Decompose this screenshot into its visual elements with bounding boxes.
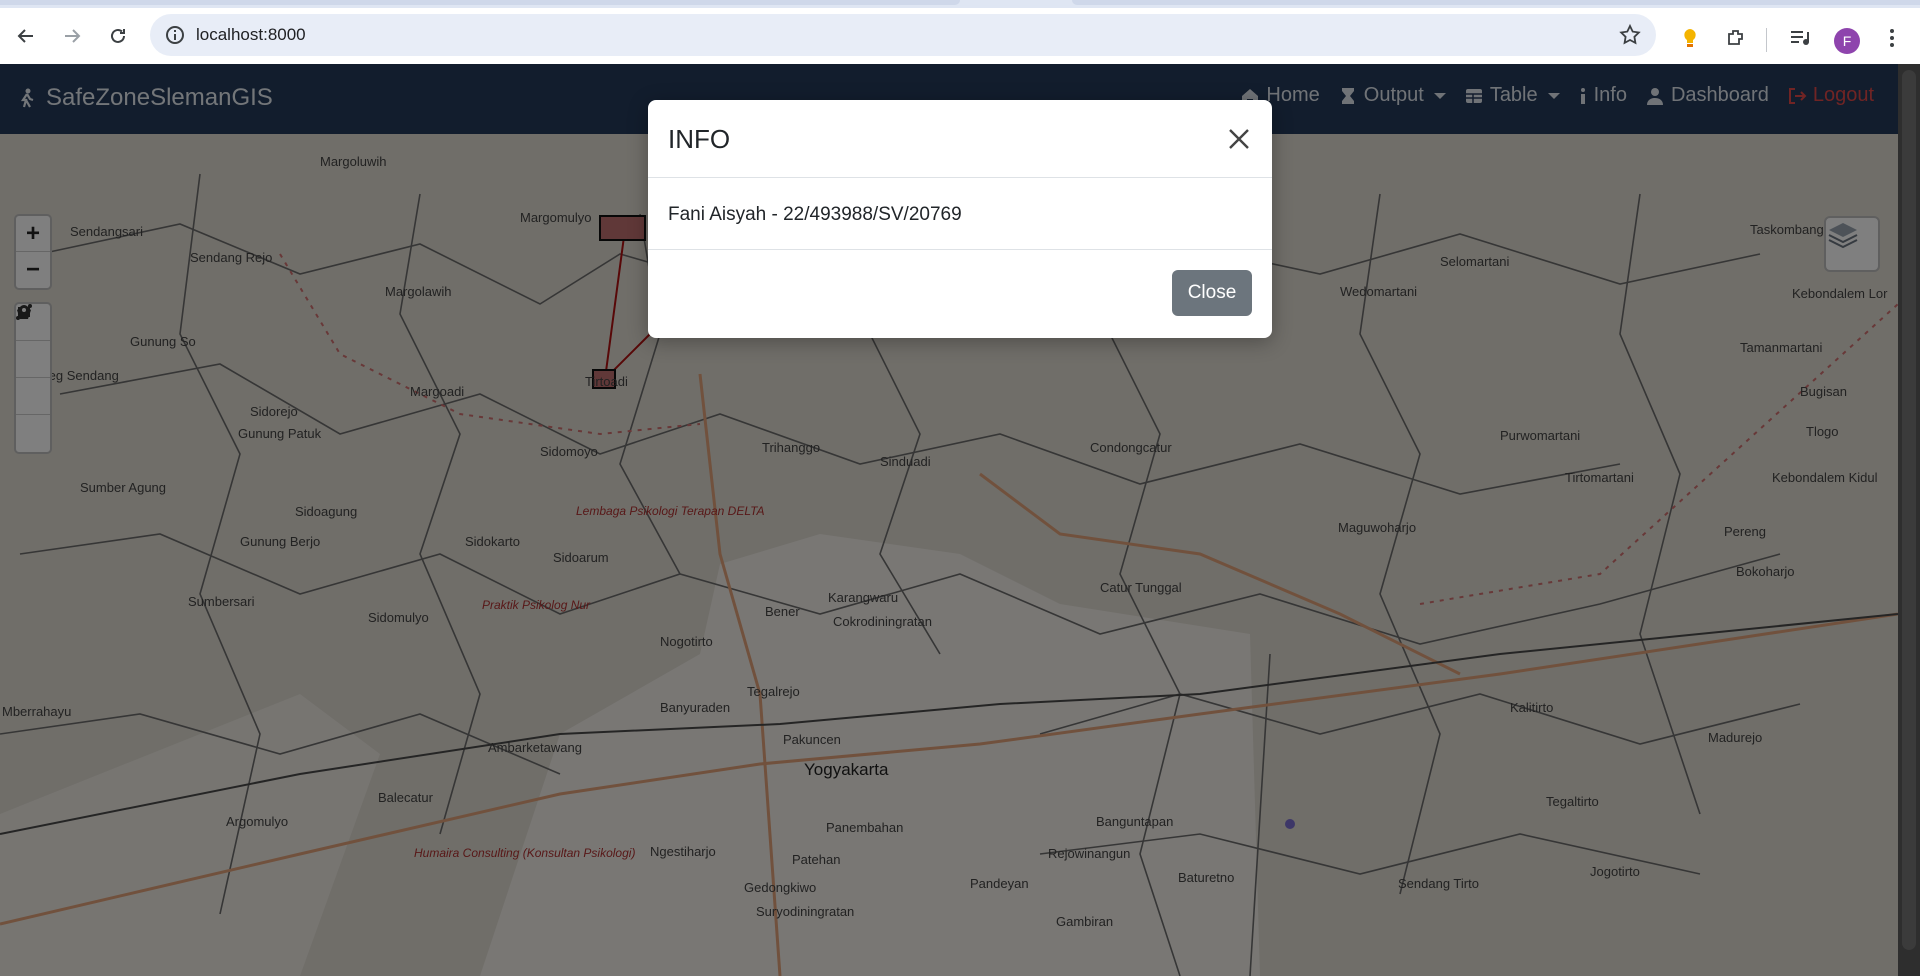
scrollbar-thumb[interactable] <box>1902 70 1916 950</box>
back-button[interactable] <box>8 18 44 54</box>
close-icon[interactable] <box>1224 124 1254 154</box>
web-page: SafeZoneSlemanGIS Home Output Table Info <box>0 64 1898 976</box>
modal-body-text: Fani Aisyah - 22/493988/SV/20769 <box>668 204 962 225</box>
address-bar[interactable]: localhost:8000 <box>150 14 1656 56</box>
menu-kebab-icon[interactable] <box>1880 26 1904 50</box>
info-modal: INFO Fani Aisyah - 22/493988/SV/20769 Cl… <box>648 100 1272 338</box>
page-scrollbar[interactable] <box>1898 64 1920 976</box>
modal-footer: Close <box>648 249 1272 338</box>
arrow-right-icon <box>65 29 81 43</box>
close-button[interactable]: Close <box>1172 270 1252 316</box>
browser-chrome: localhost:8000 F <box>0 0 1920 64</box>
modal-header: INFO <box>648 100 1272 178</box>
tab-strip-right <box>1072 0 1920 5</box>
toolbar-separator <box>1766 28 1767 52</box>
tab-strip-left <box>0 0 960 5</box>
site-info-icon[interactable] <box>164 24 186 46</box>
extension-bulb-icon[interactable] <box>1678 26 1702 50</box>
tab-strip <box>0 0 1920 6</box>
bookmark-star-icon[interactable] <box>1618 23 1642 47</box>
extensions-puzzle-icon[interactable] <box>1724 26 1748 50</box>
arrow-left-icon <box>17 29 33 43</box>
browser-toolbar: localhost:8000 F <box>0 8 1920 64</box>
reload-button[interactable] <box>100 18 136 54</box>
reload-icon <box>111 28 125 43</box>
modal-title: INFO <box>668 124 731 154</box>
profile-avatar[interactable]: F <box>1834 28 1860 54</box>
media-controls-icon[interactable] <box>1788 26 1812 50</box>
url-text[interactable]: localhost:8000 <box>196 25 306 45</box>
forward-button[interactable] <box>54 18 90 54</box>
